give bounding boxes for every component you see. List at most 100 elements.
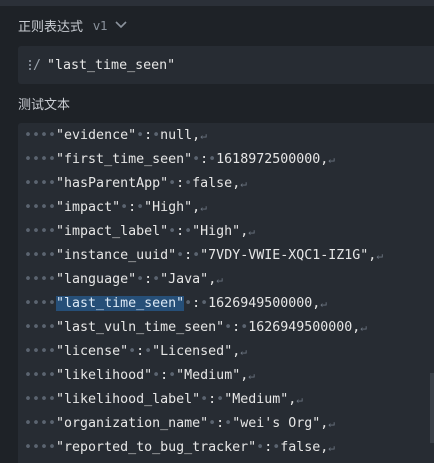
whitespace-marker: • [216,392,225,407]
version-dropdown[interactable]: v1 [93,19,127,33]
newline-icon: ↵ [328,417,335,430]
whitespace-marker: • [184,296,193,311]
text-line: ••••"last_time_seen"•:•1626949500000,↵ [24,292,327,316]
whitespace-marker: • [136,200,145,215]
json-key: "instance_uuid" [56,248,177,263]
json-value: 1618972500000 [216,152,321,167]
whitespace-marker: • [224,320,233,335]
json-separator: : [208,392,217,407]
json-comma: , [192,128,201,143]
whitespace-marker: • [152,128,161,143]
newline-icon: ↵ [200,201,207,214]
newline-icon: ↵ [376,249,383,262]
whitespace-marker: • [168,176,177,191]
whitespace-marker: •••• [24,272,57,287]
regex-delimiter: / [33,57,42,73]
json-separator: : [176,176,185,191]
json-value: false [192,176,233,191]
newline-icon: ↵ [240,177,247,190]
text-line: ••••"evidence"•:•null,↵ [24,124,207,148]
whitespace-marker: • [168,368,177,383]
json-separator: : [136,344,145,359]
json-value: "High" [192,224,241,239]
whitespace-marker: • [152,368,161,383]
whitespace-marker: •••• [24,200,57,215]
whitespace-marker: •••• [24,296,57,311]
newline-icon: ↵ [328,153,335,166]
text-line: ••••"language"•:•"Java",↵ [24,268,223,292]
chevron-down-icon [115,20,127,30]
json-key: "license" [56,344,129,359]
json-value: 1626949500000 [208,296,313,311]
whitespace-marker: • [136,128,145,143]
json-key: "organization_name" [56,416,209,431]
whitespace-marker: • [240,320,249,335]
json-comma: , [232,176,241,191]
json-value: 1626949500000 [248,320,353,335]
json-key: "hasParentApp" [56,176,169,191]
newline-icon: ↵ [200,129,207,142]
whitespace-marker: • [168,224,177,239]
json-key: "first_time_seen" [56,152,193,167]
json-separator: : [232,320,241,335]
json-key: "impact" [56,200,121,215]
json-comma: , [192,200,201,215]
json-value: "Java" [160,272,209,287]
newline-icon: ↵ [328,441,335,454]
whitespace-marker: •••• [24,248,57,263]
whitespace-marker: •••• [24,416,57,431]
whitespace-marker: • [192,248,201,263]
text-line: ••••"hasParentApp"•:•false,↵ [24,172,247,196]
regex-section-title: 正则表达式 [18,20,84,35]
text-line: ••••"reported_to_bug_tracker"•:•false,↵ [24,436,335,460]
match-highlight: "last_time_seen" [56,296,185,311]
json-comma: , [208,272,217,287]
json-value: null [160,128,193,143]
newline-icon: ↵ [248,225,255,238]
whitespace-marker: • [128,344,137,359]
whitespace-marker: •••• [24,128,57,143]
text-line: ••••"last_vuln_time_seen"•:•162694950000… [24,316,367,340]
scrollbar[interactable] [430,373,434,443]
json-key: "language" [56,272,137,287]
regex-input[interactable]: / "last_time_seen" [18,46,434,84]
whitespace-marker: • [152,272,161,287]
whitespace-marker: •••• [24,392,57,407]
whitespace-marker: • [200,296,209,311]
whitespace-marker: •••• [24,224,57,239]
whitespace-marker: • [224,416,233,431]
text-line: ••••"impact"•:•"High",↵ [24,196,207,220]
test-section-header: 测试文本 [18,94,70,113]
whitespace-marker: • [184,224,193,239]
whitespace-marker: • [144,344,153,359]
json-value: "Medium" [176,368,241,383]
json-key: "evidence" [56,128,137,143]
test-text-editor[interactable]: ••••"evidence"•:•null,↵ ••••"first_time_s… [18,123,434,463]
text-line: ••••"license"•:•"Licensed",↵ [24,340,247,364]
version-label: v1 [93,18,108,33]
json-separator: : [200,152,209,167]
whitespace-marker: • [184,176,193,191]
json-separator: : [216,416,225,431]
json-separator: : [176,224,185,239]
newline-icon: ↵ [248,369,255,382]
whitespace-marker: • [176,248,185,263]
json-separator: : [144,272,153,287]
whitespace-marker: • [192,152,201,167]
whitespace-marker: • [136,272,145,287]
json-key: "impact_label" [56,224,169,239]
newline-icon: ↵ [320,297,327,310]
whitespace-marker: •••• [24,344,57,359]
whitespace-marker: • [208,152,217,167]
newline-icon: ↵ [216,273,223,286]
json-value: "Medium" [224,392,289,407]
json-separator: : [144,128,153,143]
json-key: "likelihood_label" [56,392,201,407]
text-line: ••••"impact_label"•:•"High",↵ [24,220,255,244]
json-separator: : [184,248,193,263]
newline-icon: ↵ [360,321,367,334]
whitespace-marker: • [208,416,217,431]
newline-icon: ↵ [296,393,303,406]
json-value: "7VDY-VWIE-XQC1-IZ1G" [200,248,369,263]
json-value: "High" [144,200,193,215]
